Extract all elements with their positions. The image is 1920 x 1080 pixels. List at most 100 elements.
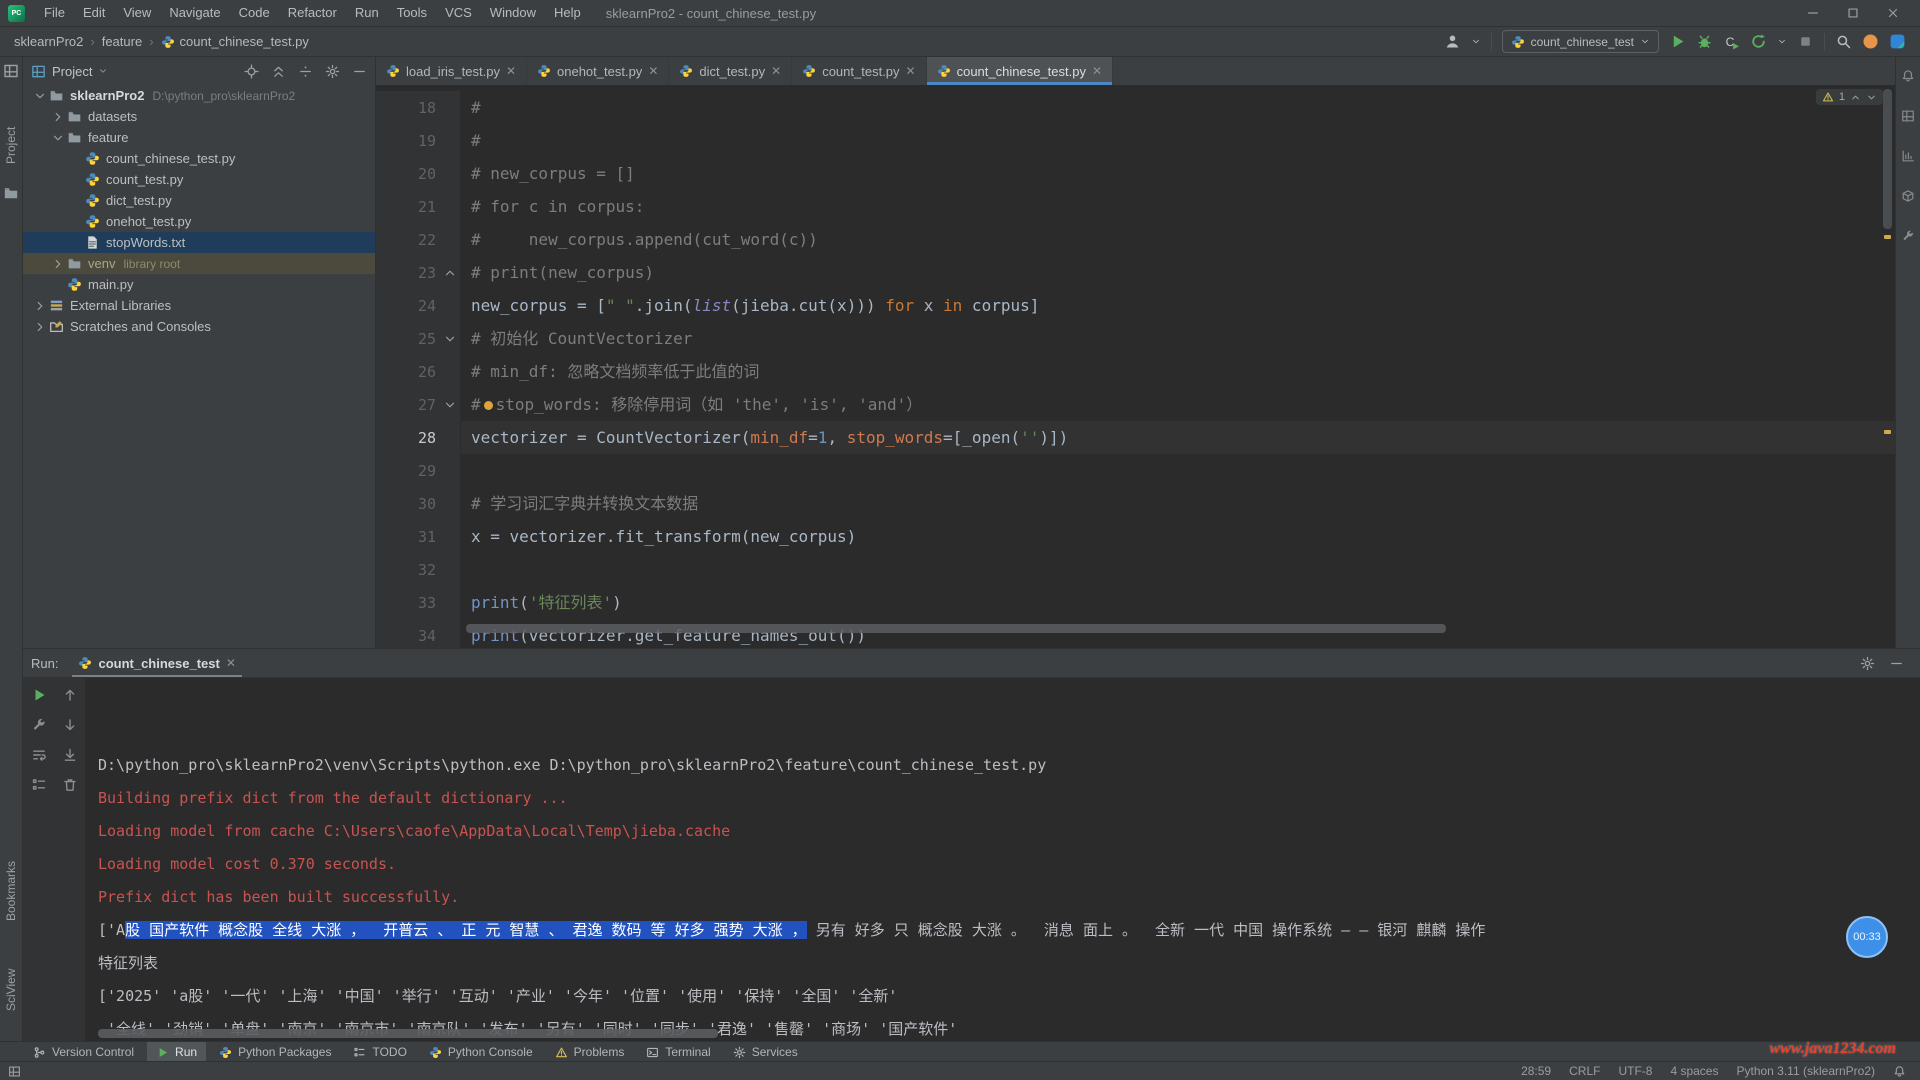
tool-windows-icon[interactable] <box>3 63 19 79</box>
console-line[interactable]: Prefix dict has been built successfully. <box>98 881 1920 914</box>
fold-icon[interactable] <box>440 266 460 280</box>
code-text[interactable]: # new_corpus = [] <box>461 157 1895 190</box>
code-text[interactable]: # <box>461 124 1895 157</box>
tree-item-datasets[interactable]: datasets <box>23 106 375 127</box>
menu-help[interactable]: Help <box>545 0 590 26</box>
tree-expand-icon[interactable] <box>51 257 65 271</box>
tree-item-main-py[interactable]: main.py <box>23 274 375 295</box>
print-button[interactable] <box>31 777 47 793</box>
tree-item-sklearnpro2[interactable]: sklearnPro2D:\python_pro\sklearnPro2 <box>23 85 375 106</box>
tree-expand-icon[interactable] <box>33 89 47 103</box>
gutter[interactable]: 28 <box>376 421 461 454</box>
tree-item-count-test-py[interactable]: count_test.py <box>23 169 375 190</box>
close-icon[interactable]: ✕ <box>506 64 516 78</box>
menu-navigate[interactable]: Navigate <box>160 0 229 26</box>
console-line[interactable]: 特征列表 <box>98 947 1920 980</box>
stop-button[interactable] <box>1797 33 1814 50</box>
tree-expand-icon[interactable] <box>33 299 47 313</box>
plugin-icon[interactable] <box>1889 33 1906 50</box>
right-stripe-icon[interactable] <box>1901 109 1915 123</box>
gutter[interactable]: 21 <box>376 190 461 223</box>
search-everywhere-button[interactable] <box>1835 33 1852 50</box>
code-text[interactable]: # 学习词汇字典并转换文本数据 <box>461 487 1895 520</box>
down-stack-trace-button[interactable] <box>62 717 78 733</box>
breadcrumb-file[interactable]: count_chinese_test.py <box>161 34 309 49</box>
tree-expand-icon[interactable] <box>51 131 65 145</box>
chevron-down-icon[interactable] <box>1777 33 1787 50</box>
tree-item-scratches-and-consoles[interactable]: Scratches and Consoles <box>23 316 375 337</box>
gutter[interactable]: 31 <box>376 520 461 553</box>
rerun-button[interactable] <box>31 687 47 703</box>
breadcrumb-item[interactable]: sklearnPro2 <box>14 34 83 49</box>
code-line-24[interactable]: 24new_corpus = [" ".join(list(jieba.cut(… <box>376 289 1895 322</box>
toolwindow-button-python-console[interactable]: Python Console <box>420 1042 542 1062</box>
console-horizontal-scrollbar[interactable] <box>98 1029 718 1038</box>
code-line-29[interactable]: 29 <box>376 454 1895 487</box>
menu-run[interactable]: Run <box>346 0 388 26</box>
editor-tab-dict_test-py[interactable]: dict_test.py✕ <box>669 57 792 85</box>
gutter[interactable]: 34 <box>376 619 461 648</box>
editor-horizontal-scrollbar[interactable] <box>466 624 1446 633</box>
inspections-widget[interactable]: 1 <box>1816 89 1883 105</box>
run-console-tab[interactable]: count_chinese_test ✕ <box>68 649 245 677</box>
run-button[interactable] <box>1669 33 1686 50</box>
gutter[interactable]: 33 <box>376 586 461 619</box>
folder-icon[interactable] <box>3 185 19 201</box>
code-line-18[interactable]: 18# <box>376 91 1895 124</box>
collapse-all-button[interactable] <box>271 64 286 79</box>
gutter[interactable]: 23 <box>376 256 461 289</box>
code-text[interactable]: # for c in corpus: <box>461 190 1895 223</box>
code-text[interactable]: # <box>461 91 1895 124</box>
console-output[interactable]: D:\python_pro\sklearnPro2\venv\Scripts\p… <box>86 677 1920 1042</box>
gutter[interactable]: 29 <box>376 454 461 487</box>
run-configuration-select[interactable]: count_chinese_test <box>1502 30 1659 53</box>
menu-refactor[interactable]: Refactor <box>279 0 346 26</box>
right-stripe-icon[interactable] <box>1901 189 1915 203</box>
code-line-27[interactable]: 27#stop_words: 移除停用词（如 'the', 'is', 'and… <box>376 388 1895 421</box>
code-line-25[interactable]: 25# 初始化 CountVectorizer <box>376 322 1895 355</box>
gutter[interactable]: 26 <box>376 355 461 388</box>
tree-expand-icon[interactable] <box>33 320 47 334</box>
window-minimize-button[interactable] <box>1806 6 1820 20</box>
code-text[interactable]: # new_corpus.append(cut_word(c)) <box>461 223 1895 256</box>
scroll-to-end-button[interactable] <box>62 747 78 763</box>
status-item[interactable]: CRLF <box>1569 1064 1600 1078</box>
code-line-23[interactable]: 23# print(new_corpus) <box>376 256 1895 289</box>
profiler-button[interactable] <box>1750 33 1767 50</box>
code-text[interactable]: # print(new_corpus) <box>461 256 1895 289</box>
toolwindow-button-terminal[interactable]: Terminal <box>637 1042 719 1062</box>
toolwindow-button-version-control[interactable]: Version Control <box>24 1042 143 1062</box>
panel-settings-button[interactable] <box>325 64 340 79</box>
code-line-26[interactable]: 26# min_df: 忽略文档频率低于此值的词 <box>376 355 1895 388</box>
close-icon[interactable]: ✕ <box>648 64 658 78</box>
gutter[interactable]: 25 <box>376 322 461 355</box>
chevron-down-icon[interactable] <box>1471 33 1481 50</box>
warning-stripe-mark[interactable] <box>1884 235 1891 239</box>
tree-expand-icon[interactable] <box>51 110 65 124</box>
editor-tab-count_test-py[interactable]: count_test.py✕ <box>792 57 926 85</box>
code-text[interactable]: x = vectorizer.fit_transform(new_corpus) <box>461 520 1895 553</box>
tree-item-dict-test-py[interactable]: dict_test.py <box>23 190 375 211</box>
up-stack-trace-button[interactable] <box>62 687 78 703</box>
locate-file-button[interactable] <box>244 64 259 79</box>
code-line-33[interactable]: 33print('特征列表') <box>376 586 1895 619</box>
sidebar-item-sciview[interactable]: SciView <box>0 959 22 1021</box>
window-maximize-button[interactable] <box>1846 6 1860 20</box>
code-line-28[interactable]: 28vectorizer = CountVectorizer(min_df=1,… <box>376 421 1895 454</box>
console-line[interactable]: ['2025' 'a股' '一代' '上海' '中国' '举行' '互动' '产… <box>98 980 1920 1013</box>
next-problem-button[interactable] <box>1866 92 1877 103</box>
toolwindow-button-problems[interactable]: Problems <box>546 1042 634 1062</box>
fold-icon[interactable] <box>440 332 460 346</box>
tree-item-count-chinese-test-py[interactable]: count_chinese_test.py <box>23 148 375 169</box>
close-icon[interactable]: ✕ <box>771 64 781 78</box>
code-line-19[interactable]: 19# <box>376 124 1895 157</box>
expand-settings-button[interactable] <box>298 64 313 79</box>
status-item[interactable]: 28:59 <box>1521 1064 1551 1078</box>
gutter[interactable]: 18 <box>376 91 461 124</box>
gutter[interactable]: 20 <box>376 157 461 190</box>
debug-button[interactable] <box>1696 33 1713 50</box>
code-line-32[interactable]: 32 <box>376 553 1895 586</box>
tree-item-feature[interactable]: feature <box>23 127 375 148</box>
gutter[interactable]: 19 <box>376 124 461 157</box>
notifications-icon[interactable] <box>1893 1065 1906 1078</box>
